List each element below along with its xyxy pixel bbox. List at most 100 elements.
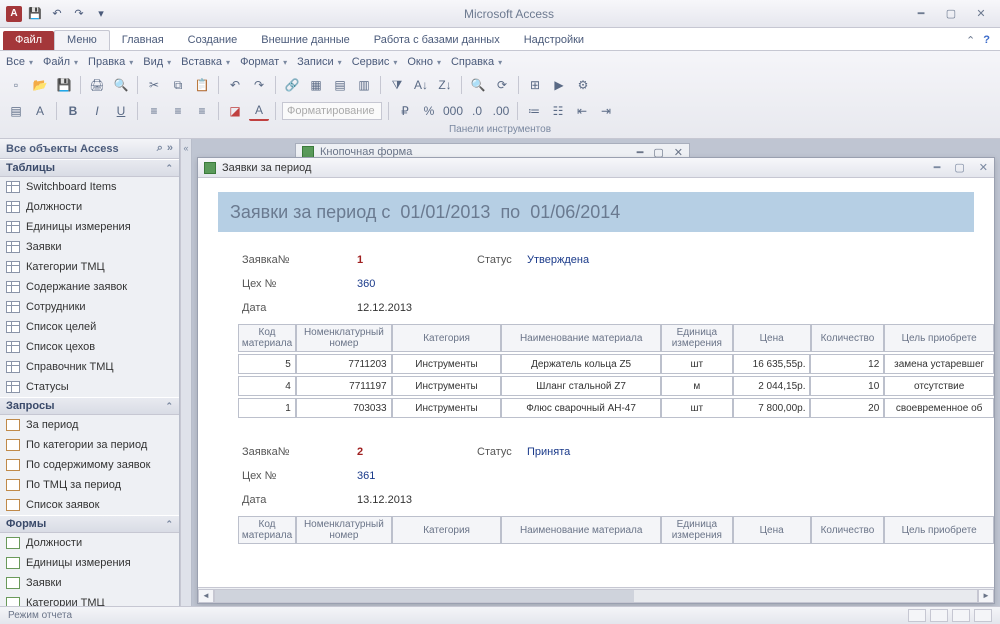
maximize-button[interactable]: ▢ (938, 5, 964, 23)
refresh-icon[interactable]: ⟳ (492, 75, 512, 95)
link-icon[interactable]: 🔗 (282, 75, 302, 95)
comma-icon[interactable]: 000 (443, 101, 463, 121)
menu-help[interactable]: Справка (451, 56, 502, 68)
view-design-icon[interactable] (974, 609, 992, 622)
rpt-close-icon[interactable]: ✕ (979, 161, 988, 174)
filter-icon[interactable]: ⧩ (387, 75, 407, 95)
fill-color-icon[interactable]: ◪ (225, 101, 245, 121)
open-icon[interactable]: 📂 (30, 75, 50, 95)
nav-item[interactable]: Список цехов (0, 337, 179, 357)
rpt-min-icon[interactable]: ━ (934, 161, 941, 174)
percent-icon[interactable]: % (419, 101, 439, 121)
nav-item[interactable]: Статусы (0, 377, 179, 397)
form-icon[interactable]: ▤ (330, 75, 350, 95)
save-icon[interactable]: 💾 (26, 5, 44, 23)
copy-icon[interactable]: ⧉ (168, 75, 188, 95)
nav-item[interactable]: Единицы измерения (0, 217, 179, 237)
menu-window[interactable]: Окно (407, 56, 441, 68)
nav-item[interactable]: Единицы измерения (0, 553, 179, 573)
report-titlebar[interactable]: Заявки за период ━ ▢ ✕ (198, 158, 994, 178)
view-layout-icon[interactable] (952, 609, 970, 622)
nav-item[interactable]: По ТМЦ за период (0, 475, 179, 495)
nav-item[interactable]: Список целей (0, 317, 179, 337)
scroll-right-icon[interactable]: ► (978, 589, 994, 603)
nav-item[interactable]: Должности (0, 197, 179, 217)
run-icon[interactable]: ▶ (549, 75, 569, 95)
nav-item[interactable]: Switchboard Items (0, 177, 179, 197)
menu-all[interactable]: Все (6, 56, 33, 68)
menu-file[interactable]: Файл (43, 56, 78, 68)
bold-icon[interactable]: B (63, 101, 83, 121)
nav-item[interactable]: За период (0, 415, 179, 435)
menu-view[interactable]: Вид (143, 56, 171, 68)
bullets-icon[interactable]: ≔ (524, 101, 544, 121)
report-icon[interactable]: ▥ (354, 75, 374, 95)
paste-icon[interactable]: 📋 (192, 75, 212, 95)
minimize-button[interactable]: ━ (908, 5, 934, 23)
nav-group-query[interactable]: Запросы⌃ (0, 397, 179, 415)
scroll-left-icon[interactable]: ◄ (198, 589, 214, 603)
table-row[interactable]: 57711203ИнструментыДержатель кольца Z5шт… (238, 354, 994, 374)
underline-icon[interactable]: U (111, 101, 131, 121)
nav-item[interactable]: По категории за период (0, 435, 179, 455)
print-icon[interactable]: 🖨 (87, 75, 107, 95)
menu-insert[interactable]: Вставка (181, 56, 230, 68)
scroll-thumb[interactable] (215, 590, 634, 602)
tab-addins[interactable]: Надстройки (512, 31, 596, 50)
indent-icon[interactable]: ⇥ (596, 101, 616, 121)
dec-dec-icon[interactable]: .00 (491, 101, 511, 121)
sort-asc-icon[interactable]: A↓ (411, 75, 431, 95)
redo-icon[interactable]: ↷ (249, 75, 269, 95)
formatting-dropdown[interactable]: Форматирование (282, 102, 382, 120)
align-right-icon[interactable]: ≡ (192, 101, 212, 121)
table-row[interactable]: 47711197ИнструментыШланг стальной Z7м2 0… (238, 376, 994, 396)
numbering-icon[interactable]: ☷ (548, 101, 568, 121)
options-icon[interactable]: ⚙ (573, 75, 593, 95)
font-icon[interactable]: A (30, 101, 50, 121)
redo-icon[interactable]: ↷ (70, 5, 88, 23)
menu-format[interactable]: Формат (240, 56, 287, 68)
menu-service[interactable]: Сервис (352, 56, 398, 68)
chevron-down-icon[interactable]: » (167, 142, 173, 155)
align-center-icon[interactable]: ≡ (168, 101, 188, 121)
tab-home[interactable]: Главная (110, 31, 176, 50)
table-icon[interactable]: ▦ (306, 75, 326, 95)
align-left-icon[interactable]: ≡ (144, 101, 164, 121)
nav-item[interactable]: Заявки (0, 237, 179, 257)
nav-item[interactable]: Категории ТМЦ (0, 593, 179, 606)
nav-item[interactable]: Категории ТМЦ (0, 257, 179, 277)
nav-collapse-bar[interactable]: « (180, 139, 192, 606)
view-report-icon[interactable] (908, 609, 926, 622)
save-icon[interactable]: 💾 (54, 75, 74, 95)
nav-item[interactable]: Список заявок (0, 495, 179, 515)
relations-icon[interactable]: ⊞ (525, 75, 545, 95)
tab-menu[interactable]: Меню (54, 30, 110, 50)
sort-desc-icon[interactable]: Z↓ (435, 75, 455, 95)
scroll-track[interactable] (214, 589, 978, 603)
rpt-max-icon[interactable]: ▢ (954, 161, 964, 174)
italic-icon[interactable]: I (87, 101, 107, 121)
tab-external[interactable]: Внешние данные (249, 31, 361, 50)
nav-group-form[interactable]: Формы⌃ (0, 515, 179, 533)
nav-item[interactable]: Сотрудники (0, 297, 179, 317)
nav-item[interactable]: Справочник ТМЦ (0, 357, 179, 377)
tab-file[interactable]: Файл (3, 31, 54, 50)
menu-edit[interactable]: Правка (88, 56, 133, 68)
nav-item[interactable]: По содержимому заявок (0, 455, 179, 475)
undo-icon[interactable]: ↶ (48, 5, 66, 23)
nav-item[interactable]: Заявки (0, 573, 179, 593)
horizontal-scrollbar[interactable]: ◄ ► (198, 587, 994, 603)
cut-icon[interactable]: ✂ (144, 75, 164, 95)
outdent-icon[interactable]: ⇤ (572, 101, 592, 121)
undo-icon[interactable]: ↶ (225, 75, 245, 95)
new-icon[interactable]: ▫ (6, 75, 26, 95)
font-color-icon[interactable]: A (249, 101, 269, 121)
nav-header[interactable]: Все объекты Access ⌕» (0, 139, 179, 159)
currency-icon[interactable]: ₽ (395, 101, 415, 121)
nav-group-table[interactable]: Таблицы⌃ (0, 159, 179, 177)
menu-records[interactable]: Записи (297, 56, 342, 68)
preview-icon[interactable]: 🔍 (111, 75, 131, 95)
nav-item[interactable]: Содержание заявок (0, 277, 179, 297)
customize-qat-icon[interactable]: ▾ (92, 5, 110, 23)
search-icon[interactable]: ⌕ (157, 142, 163, 155)
